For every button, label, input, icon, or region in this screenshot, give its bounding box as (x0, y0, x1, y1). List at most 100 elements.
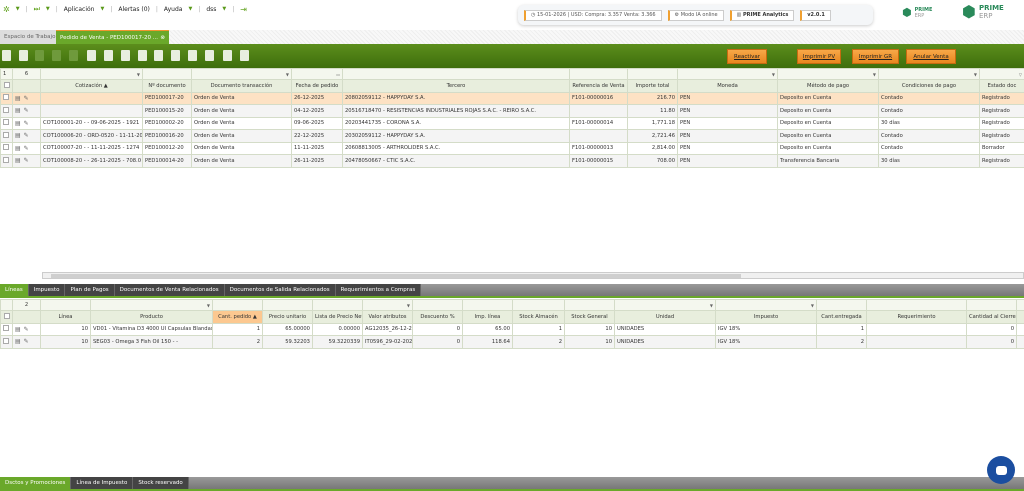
document-icon[interactable]: ▤ (15, 107, 21, 114)
column-header[interactable]: Método de pago (777, 79, 879, 93)
email-icon[interactable] (188, 50, 197, 61)
edit-icon[interactable]: ✎ (24, 157, 29, 164)
row-checkbox[interactable] (0, 104, 13, 118)
document-icon[interactable]: ▤ (15, 157, 21, 164)
column-header[interactable]: Fecha de pedido (291, 79, 343, 93)
column-header[interactable]: Producto (90, 310, 213, 324)
detail-tab[interactable]: Impuesto (28, 284, 66, 296)
horizontal-scrollbar[interactable] (42, 272, 1024, 279)
filter-input[interactable]: ▼ (715, 299, 817, 311)
tab-workspace[interactable]: Espacio de Trabajo (0, 30, 56, 44)
column-header[interactable]: Importe total (627, 79, 678, 93)
bottom-tab[interactable]: Línea de Impuesto (71, 477, 134, 489)
column-header[interactable]: Stock General (564, 310, 615, 324)
dropdown-icon[interactable]: ▼ (710, 303, 713, 308)
document-icon[interactable]: ▤ (15, 338, 21, 345)
filter-input[interactable]: ▼ (614, 299, 716, 311)
row-checkbox[interactable] (0, 91, 13, 105)
edit-icon[interactable]: ✎ (24, 338, 29, 345)
print-gr-button[interactable]: Imprimir GR (852, 49, 899, 64)
edit-icon[interactable]: ✎ (24, 107, 29, 114)
column-header[interactable]: Valor atributos (362, 310, 413, 324)
filter-input[interactable] (627, 68, 678, 80)
filter-input[interactable]: ▼ (362, 299, 413, 311)
print-icon[interactable] (171, 50, 180, 61)
filter-input[interactable]: ▼ (191, 68, 292, 80)
grid-toggle-icon[interactable] (19, 50, 28, 61)
column-header[interactable]: Precio unitario (262, 310, 313, 324)
edit-icon[interactable]: ✎ (24, 95, 29, 102)
close-tab-icon[interactable]: ⊗ (160, 35, 165, 41)
menu-alertas[interactable]: Alertas (0) (118, 6, 150, 13)
detail-tab[interactable]: Plan de Pagos (65, 284, 115, 296)
table-row[interactable]: ▤ ✎ 10 VD01 - Vitamina D3 4000 UI Capsulas … (0, 322, 1024, 336)
tab-sales-order[interactable]: Pedido de Venta - PED100017-20 ... ⊗ (56, 30, 169, 44)
filter-input[interactable] (569, 68, 628, 80)
filter-icon[interactable]: ▽ (1019, 72, 1022, 77)
filter-input[interactable] (564, 299, 615, 311)
refresh-icon[interactable] (104, 50, 113, 61)
copy-icon[interactable] (154, 50, 163, 61)
tools-icon[interactable] (223, 50, 232, 61)
edit-icon[interactable]: ✎ (24, 145, 29, 152)
edit-icon[interactable]: ✎ (24, 326, 29, 333)
filter-input[interactable] (40, 299, 91, 311)
table-row[interactable]: ▤ ✎ PED100015-20 Orden de Venta 04-12-2025 20… (0, 104, 1024, 118)
filter-input[interactable] (212, 299, 263, 311)
filter-input[interactable] (412, 299, 463, 311)
column-header[interactable]: Cotización ▲ (40, 79, 143, 93)
document-icon[interactable]: ▤ (15, 145, 21, 152)
menu-aplicacion[interactable]: Aplicación (64, 6, 95, 13)
dropdown-icon[interactable]: ▼ (772, 72, 775, 77)
ai-mode-button[interactable]: ⚙ Modo IA online (667, 9, 724, 21)
export-icon[interactable] (121, 50, 130, 61)
column-header[interactable]: Línea (40, 310, 91, 324)
filter-input[interactable]: ▼ (777, 68, 879, 80)
detail-tab[interactable]: Documentos de Venta Relacionados (114, 284, 225, 296)
favorites-icon[interactable]: ✲ (3, 5, 10, 14)
column-header[interactable]: Impuesto (715, 310, 817, 324)
column-header[interactable]: Nº documento (142, 79, 192, 93)
filter-input[interactable] (512, 299, 565, 311)
filter-input[interactable] (262, 299, 313, 311)
filter-input[interactable] (816, 299, 867, 311)
row-checkbox[interactable] (0, 154, 13, 168)
filter-input[interactable] (142, 68, 192, 80)
dropdown-icon[interactable]: ▼ (207, 303, 210, 308)
filter-input[interactable]: ▼ (878, 68, 980, 80)
dropdown-icon[interactable]: ▼ (811, 303, 814, 308)
row-checkbox[interactable] (0, 322, 13, 336)
table-row[interactable]: ▤ ✎ 10 SEG03 - Omega 3 Fish Oil 150 - -2 59.… (0, 335, 1024, 349)
reactivate-button[interactable]: Reactivar (727, 49, 767, 64)
column-header[interactable]: Moneda (677, 79, 778, 93)
calendar-icon[interactable]: ▭ (336, 72, 340, 77)
navigation-icon[interactable]: ⏭ (34, 5, 40, 14)
table-row[interactable]: ▤ ✎ COT100006-20 - ORD-0520 - 11-11-2025 PE… (0, 129, 1024, 143)
column-header[interactable]: Estado doc (979, 79, 1024, 93)
document-icon[interactable]: ▤ (15, 95, 21, 102)
column-header[interactable]: Requerimiento (866, 310, 967, 324)
filter-input[interactable]: ▼ (677, 68, 778, 80)
table-row[interactable]: ▤ ✎ COT100001-20 - - 09-06-2025 - 1921 PED1… (0, 116, 1024, 130)
filter-input[interactable] (1016, 299, 1024, 311)
dropdown-icon[interactable]: ▼ (286, 72, 289, 77)
save-icon[interactable] (35, 50, 44, 61)
column-header[interactable]: Condiciones de pago (878, 79, 980, 93)
dropdown-icon[interactable]: ▼ (873, 72, 876, 77)
detail-tab[interactable]: Líneas (0, 284, 29, 296)
dropdown-icon[interactable]: ▼ (974, 72, 977, 77)
new-record-icon[interactable] (2, 50, 11, 61)
menu-ayuda[interactable]: Ayuda (164, 6, 183, 13)
cancel-sale-button[interactable]: Anular Venta (906, 49, 956, 64)
menu-icon[interactable] (240, 50, 249, 61)
dropdown-icon[interactable]: ▼ (137, 72, 140, 77)
filter-input[interactable]: ▭ (291, 68, 343, 80)
delete-icon[interactable] (87, 50, 96, 61)
filter-input[interactable]: ▽ (979, 68, 1024, 80)
column-header[interactable]: Imp. línea (462, 310, 513, 324)
analytics-button[interactable]: ▥ PRIME Analytics (729, 9, 795, 21)
filter-input[interactable] (866, 299, 967, 311)
link-icon[interactable] (205, 50, 214, 61)
filter-input[interactable] (462, 299, 513, 311)
column-header[interactable]: Unidad (614, 310, 716, 324)
